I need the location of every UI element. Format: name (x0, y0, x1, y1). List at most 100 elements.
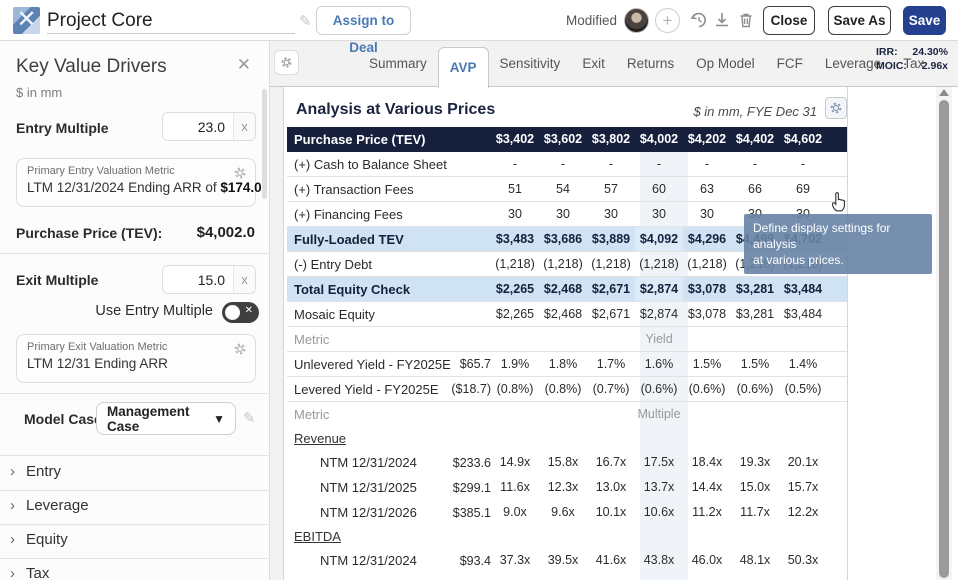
sidebar-section-tax[interactable]: ›Tax (0, 558, 270, 580)
add-user-button[interactable]: + (655, 8, 680, 33)
table-cell (731, 427, 779, 450)
tab-fcf[interactable]: FCF (766, 41, 814, 87)
units-label: $ in mm (16, 85, 62, 100)
chevron-right-icon: › (10, 565, 15, 580)
exit-multiple-input[interactable] (163, 266, 233, 293)
save-button[interactable]: Save (903, 6, 946, 35)
row-label: (+) Transaction Fees (287, 182, 429, 197)
moic-label: MOIC: (876, 59, 907, 73)
trash-icon[interactable] (736, 10, 756, 30)
modified-status: Modified (566, 13, 617, 28)
table-cell: (0.7%) (587, 377, 635, 401)
section-label: Entry (26, 463, 61, 480)
table-cell: $3,889 (587, 227, 635, 251)
close-button[interactable]: Close (763, 6, 815, 35)
exit-metric-caption: Primary Exit Valuation Metric (27, 341, 245, 353)
row-label: Total Equity Check (287, 282, 429, 297)
table-cell (587, 427, 635, 450)
panel-gap (270, 87, 283, 580)
tab-list: SummaryAVPSensitivityExitReturnsOp Model… (358, 41, 935, 87)
use-entry-multiple-toggle[interactable]: ✕ (222, 302, 259, 323)
table-cell: 30.8x (539, 573, 587, 580)
table-row: MetricMultiple (287, 402, 847, 427)
tab-op-model[interactable]: Op Model (685, 41, 766, 87)
undo-icon[interactable] (689, 10, 709, 30)
model-case-select[interactable]: Management Case ▼ (96, 402, 236, 435)
row-metric-value: $299.1 (429, 481, 491, 495)
table-cell: $2,265 (491, 302, 539, 326)
edit-title-icon[interactable]: ✎ (299, 12, 312, 30)
purchase-price-value: $4,002.0 (197, 224, 255, 241)
entry-metric-value: $174.0 (220, 180, 261, 195)
display-settings-gear-icon[interactable] (825, 97, 847, 119)
entry-valuation-metric-card[interactable]: Primary Entry Valuation Metric LTM 12/31… (16, 158, 256, 207)
mouse-cursor-hand (829, 191, 848, 212)
app-window: ✎ Assign to Deal Modified + Close Save A… (0, 0, 958, 580)
table-cell: $4,092 (635, 227, 683, 251)
table-cell: $3,483 (491, 227, 539, 251)
section-label: Leverage (26, 497, 89, 514)
tab-returns[interactable]: Returns (616, 41, 685, 87)
scrollbar-thumb[interactable] (939, 100, 949, 578)
table-cell: 11.2x (683, 500, 731, 525)
table-row: Total Equity Check$2,265$2,468$2,671$2,8… (287, 277, 847, 302)
sidebar-scrollbar[interactable] (262, 89, 267, 199)
tab-avp[interactable]: AVP (438, 47, 489, 88)
sidebar-section-leverage[interactable]: ›Leverage (0, 490, 270, 524)
table-cell: (1,218) (683, 252, 731, 276)
table-cell: (0.8%) (539, 377, 587, 401)
entry-metric-gear-icon[interactable] (233, 166, 247, 180)
table-cell: Yield (635, 327, 683, 351)
entry-multiple-input[interactable] (163, 113, 233, 140)
table-cell: - (491, 152, 539, 176)
table-row: Levered Yield - FY2025E($18.7)(0.8%)(0.8… (287, 377, 847, 402)
table-cell: $2,671 (587, 277, 635, 301)
table-cell: 11.6x (491, 475, 539, 500)
table-cell: 1.5% (683, 352, 731, 376)
close-panel-icon[interactable]: ✕ (237, 55, 251, 75)
save-as-button[interactable]: Save As (828, 6, 891, 35)
table-cell: (0.6%) (731, 377, 779, 401)
assign-to-deal-button[interactable]: Assign to Deal (316, 6, 411, 35)
table-cell: 34.2x (635, 573, 683, 580)
scroll-up-arrow-icon[interactable] (939, 89, 949, 96)
row-metric-value: ($18.7) (429, 382, 491, 396)
table-cell: 29.1x (491, 573, 539, 580)
table-cell (587, 525, 635, 548)
panel-settings-button[interactable] (274, 50, 299, 75)
tab-exit[interactable]: Exit (571, 41, 616, 87)
project-title-input[interactable] (47, 9, 295, 34)
row-metric-value: $93.4 (429, 554, 491, 568)
edit-model-case-icon[interactable]: ✎ (243, 409, 256, 427)
row-label: (+) Financing Fees (287, 207, 429, 222)
model-case-value: Management Case (107, 404, 213, 434)
table-cell: (1,218) (635, 252, 683, 276)
exit-metric-gear-icon[interactable] (233, 342, 247, 356)
table-cell: 10.6x (635, 500, 683, 525)
app-logo (13, 7, 40, 34)
table-cell: 1.7% (587, 352, 635, 376)
avp-table: Purchase Price (TEV) $3,402$3,602$3,802$… (287, 127, 847, 580)
model-case-label: Model Case (24, 411, 102, 427)
table-cell (731, 525, 779, 548)
table-cell: 39.5x (539, 548, 587, 573)
table-cell: - (779, 152, 827, 176)
exit-metric-text: LTM 12/31 Ending ARR (27, 356, 168, 371)
download-icon[interactable] (712, 10, 732, 30)
table-row: NTM 12/31/2025$299.111.6x12.3x13.0x13.7x… (287, 475, 847, 500)
main-scrollbar[interactable] (936, 87, 952, 580)
tab-sensitivity[interactable]: Sensitivity (489, 41, 572, 87)
table-cell: $3,281 (731, 277, 779, 301)
table-cell: $3,686 (539, 227, 587, 251)
exit-valuation-metric-card[interactable]: Primary Exit Valuation Metric LTM 12/31 … (16, 334, 256, 383)
table-cell: 30 (587, 202, 635, 226)
table-cell: $2,468 (539, 277, 587, 301)
sidebar-section-entry[interactable]: ›Entry (0, 456, 270, 490)
table-cell: 30 (683, 202, 731, 226)
table-cell: (1,218) (491, 252, 539, 276)
sidebar-section-equity[interactable]: ›Equity (0, 524, 270, 558)
row-label: Metric (287, 332, 429, 347)
header-price-cell: $4,202 (683, 127, 731, 152)
table-cell: (0.6%) (635, 377, 683, 401)
user-avatar[interactable] (624, 8, 649, 33)
